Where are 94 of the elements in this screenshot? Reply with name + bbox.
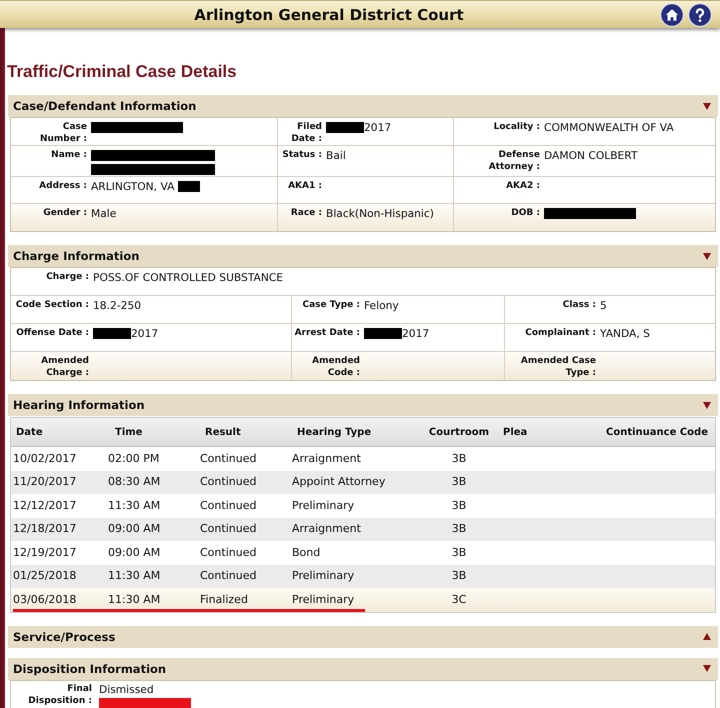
field-label: Amended Charge : <box>40 355 89 379</box>
caret-icon[interactable] <box>703 633 711 640</box>
field-value: 2017 <box>402 327 430 340</box>
field-value: DAMON COLBERT <box>544 149 638 162</box>
field-value: Male <box>91 207 116 220</box>
field-label: Status : <box>281 149 322 161</box>
table-cell-text: Appoint Attorney <box>291 475 386 490</box>
field-label: Final Disposition : <box>27 682 92 706</box>
table-cell-text: 12/19/2017 <box>12 546 78 560</box>
table-cell-text: 02:00 PM <box>107 452 160 466</box>
help-icon[interactable] <box>688 2 712 26</box>
field-label: Amended Case Type : <box>520 355 596 379</box>
caret-icon[interactable] <box>703 102 711 110</box>
field-value: Felony <box>364 299 399 312</box>
field-label: Locality : <box>492 121 540 133</box>
field-label: Amended Code : <box>311 355 360 379</box>
field-label: Class : <box>562 299 596 311</box>
table-cell-text: 3B <box>450 569 468 584</box>
table-cell-text: 03/06/2018 <box>12 592 78 607</box>
table-cell-text: Continued <box>199 475 258 490</box>
field-label: Case Type : <box>302 299 360 311</box>
table-cell-text: Preliminary <box>291 569 356 584</box>
field-value: 2017 <box>131 327 158 340</box>
table-cell-text: 09:00 AM <box>107 522 162 536</box>
table-cell-text: Arraignment <box>291 522 362 536</box>
table-cell-text: Continued <box>199 452 258 466</box>
field-label: Complainant : <box>524 327 596 339</box>
field-label: Case Number : <box>38 121 87 145</box>
table-cell-text: 3C <box>450 592 468 607</box>
field-value: 18.2-250 <box>93 299 142 312</box>
field-value: Black(Non-Hispanic) <box>326 207 434 220</box>
field-value: YANDA, S <box>600 327 650 340</box>
field-label: Charge : <box>45 271 89 283</box>
table-cell-text: 11/20/2017 <box>12 475 78 490</box>
table-cell-text: Preliminary <box>291 498 356 513</box>
page-title: Traffic/Criminal Case Details <box>7 62 238 82</box>
column-header: Date <box>15 426 44 438</box>
column-header: Time <box>114 426 144 438</box>
table-cell-text: Arraignment <box>291 452 362 466</box>
table-cell-text: Continued <box>199 522 258 536</box>
table-cell-text: Finalized <box>199 592 249 607</box>
table-cell-text: Continued <box>199 498 258 513</box>
field-label: Address : <box>38 180 87 192</box>
table-cell-text: Continued <box>199 546 258 560</box>
section-header[interactable]: Disposition Information <box>8 658 718 680</box>
field-value: ARLINGTON, VA <box>91 180 174 193</box>
field-value: Bail <box>326 149 346 162</box>
caret-icon[interactable] <box>703 252 711 260</box>
caret-icon[interactable] <box>703 665 711 672</box>
column-header: Hearing Type <box>296 426 372 438</box>
field-value: POSS.OF CONTROLLED SUBSTANCE <box>93 271 284 284</box>
field-value: 2017 <box>364 121 392 134</box>
table-cell-text: 08:30 AM <box>107 475 162 490</box>
section-header[interactable]: Case/Defendant Information <box>8 95 718 117</box>
field-label: Name : <box>50 149 87 161</box>
table-cell-text: Preliminary <box>291 592 356 607</box>
table-cell-text: 3B <box>450 522 468 536</box>
table-cell-text: 11:30 AM <box>107 592 162 607</box>
field-label: Defense Attorney : <box>488 149 540 173</box>
section-header[interactable]: Hearing Information <box>8 394 718 416</box>
field-label: Arrest Date : <box>294 327 360 339</box>
table-cell-text: Bond <box>291 546 322 560</box>
field-label: Offense Date : <box>15 327 89 339</box>
table-cell-text: 10/02/2017 <box>12 452 78 466</box>
field-label: Code Section : <box>14 299 89 311</box>
column-header: Continuance Code <box>605 426 709 438</box>
table-cell-text: 12/12/2017 <box>12 498 78 513</box>
field-label: Filed Date : <box>290 121 322 145</box>
table-cell-text: 3B <box>450 452 468 466</box>
table-cell-text: 01/25/2018 <box>12 569 78 584</box>
table-cell-text: 12/18/2017 <box>12 522 78 536</box>
section-header[interactable]: Charge Information <box>8 245 718 267</box>
table-cell-text: 3B <box>450 546 468 560</box>
field-label: DOB : <box>510 207 540 219</box>
section-header[interactable]: Service/Process <box>8 626 718 648</box>
field-label: Race : <box>290 207 322 219</box>
table-cell-text: 11:30 AM <box>107 569 162 584</box>
field-value: Dismissed <box>99 682 154 696</box>
field-value: COMMONWEALTH OF VA <box>544 121 674 134</box>
field-label: AKA1 : <box>287 180 322 192</box>
field-label: AKA2 : <box>505 180 540 192</box>
table-cell-text: 09:00 AM <box>107 546 162 560</box>
field-value: 5 <box>600 299 607 312</box>
table-cell-text: 3B <box>450 475 468 490</box>
table-cell-text: 3B <box>450 498 468 513</box>
column-header: Courtroom <box>428 426 490 438</box>
field-label: Gender : <box>42 207 87 219</box>
column-header: Result <box>204 426 242 438</box>
site-title: Arlington General District Court <box>194 6 464 24</box>
home-icon[interactable] <box>660 2 684 26</box>
column-header: Plea <box>502 426 528 438</box>
table-cell-text: Continued <box>199 569 258 584</box>
caret-icon[interactable] <box>703 402 711 408</box>
table-cell-text: 11:30 AM <box>107 498 162 513</box>
